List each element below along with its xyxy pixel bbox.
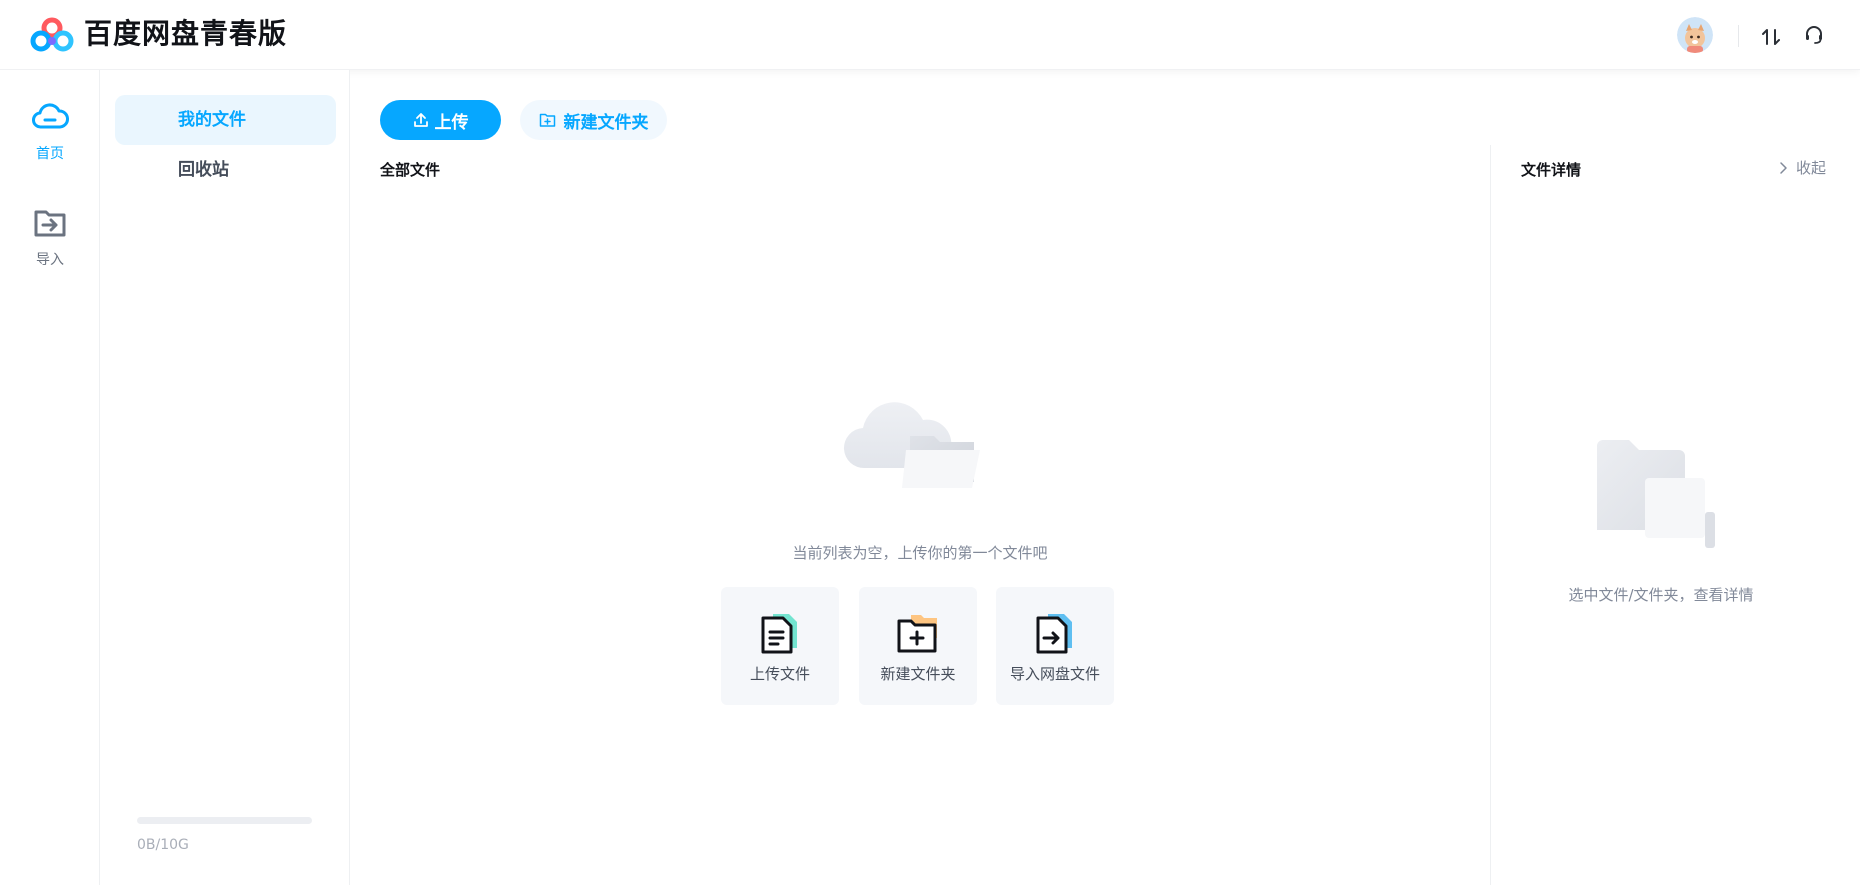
rail-item-home[interactable]: 首页 [0, 97, 100, 177]
rail-item-label: 导入 [36, 252, 64, 268]
user-avatar[interactable] [1677, 17, 1713, 53]
rail-item-label: 首页 [36, 146, 64, 162]
import-folder-icon [34, 210, 66, 237]
new-folder-button[interactable]: 新建文件夹 [520, 100, 667, 140]
upload-icon [413, 113, 428, 127]
import-file-card[interactable]: 导入网盘文件 [996, 587, 1114, 705]
upload-button[interactable]: 上传 [380, 100, 501, 140]
transfer-arrows-icon [1762, 29, 1780, 45]
upload-file-icon [761, 614, 797, 654]
new-folder-icon [897, 615, 937, 653]
main-content: 上传 新建文件夹 全部文件 当前列表为空，上传你的第一个文件吧 上传文件 新建文… [350, 70, 1490, 885]
headset-icon [1806, 26, 1822, 44]
add-folder-icon [539, 113, 555, 127]
collapse-details-button[interactable]: 收起 [1778, 158, 1826, 178]
empty-details-folder-icon [1597, 440, 1715, 548]
sidebar-item-label: 回收站 [178, 160, 229, 180]
baidu-netdisk-logo-icon[interactable] [30, 17, 74, 53]
details-empty-message: 选中文件/文件夹，查看详情 [1568, 586, 1754, 604]
cloud-home-icon [32, 103, 69, 129]
chevron-right-icon [1780, 162, 1787, 174]
sidebar-item-recycle-bin[interactable]: 回收站 [115, 145, 336, 195]
empty-list-message: 当前列表为空，上传你的第一个文件吧 [792, 544, 1048, 562]
file-details-panel: 文件详情 收起 选中文件/文件夹，查看详情 [1490, 145, 1860, 885]
upload-file-card[interactable]: 上传文件 [721, 587, 839, 705]
action-card-label: 上传文件 [749, 665, 810, 683]
storage-quota-bar [137, 817, 312, 824]
breadcrumb[interactable]: 全部文件 [380, 160, 440, 180]
upload-button-label: 上传 [434, 112, 469, 133]
new-folder-button-label: 新建文件夹 [563, 112, 649, 133]
action-card-label: 导入网盘文件 [1009, 665, 1100, 683]
action-card-label: 新建文件夹 [880, 665, 956, 683]
sidebar-item-label: 我的文件 [178, 110, 246, 130]
storage-quota-text: 0B/10G [137, 837, 189, 853]
import-file-icon [1036, 614, 1072, 654]
details-title: 文件详情 [1521, 161, 1582, 179]
rail-item-import[interactable]: 导入 [0, 203, 100, 283]
support-button[interactable] [1799, 20, 1829, 50]
sidebar-item-my-files[interactable]: 我的文件 [115, 95, 336, 145]
nav-rail: 首页 导入 [0, 70, 100, 885]
new-folder-card[interactable]: 新建文件夹 [859, 587, 977, 705]
header-divider [1738, 25, 1739, 47]
top-header: 百度网盘青春版 [0, 0, 1860, 70]
file-sidebar: 我的文件 回收站 0B/10G [100, 70, 350, 885]
avatar-image [1677, 17, 1713, 53]
transfer-button[interactable] [1756, 22, 1786, 52]
collapse-label: 收起 [1796, 159, 1827, 177]
empty-cloud-folder-icon [843, 402, 980, 488]
app-title: 百度网盘青春版 [84, 17, 288, 50]
